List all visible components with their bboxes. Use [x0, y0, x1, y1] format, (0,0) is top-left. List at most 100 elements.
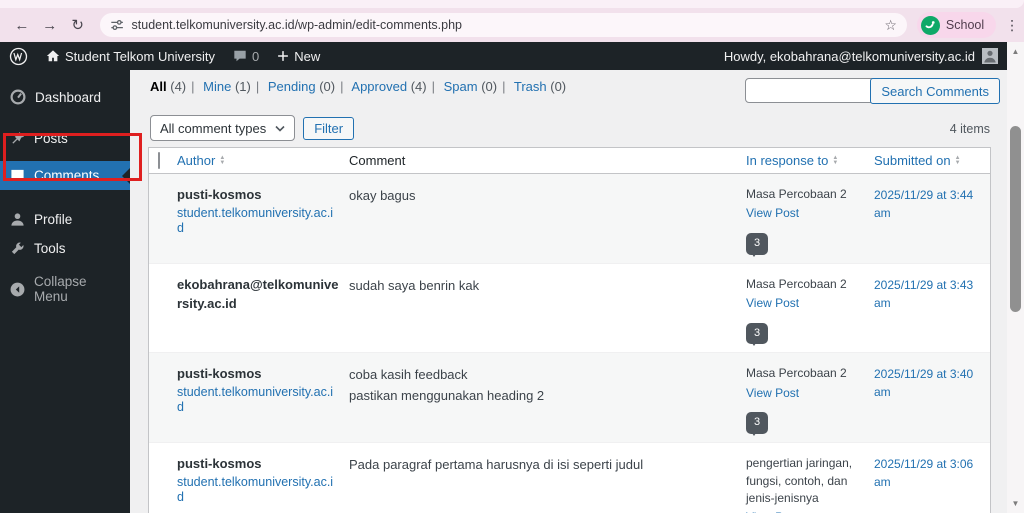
filter-all[interactable]: All (4) [150, 79, 186, 94]
reload-icon[interactable]: ↻ [64, 16, 92, 34]
author-site-link[interactable]: student.telkomuniversity.ac.id [177, 385, 333, 414]
page-scrollbar[interactable]: ▲ ▼ [1007, 42, 1024, 513]
profile-name: School [945, 18, 985, 32]
admin-bar-new-link[interactable]: New [268, 42, 329, 70]
admin-bar-comments-link[interactable]: 0 [224, 42, 268, 70]
author-name: ekobahrana@telkomuniversity.ac.id [177, 276, 339, 311]
wp-admin-bar: Student Telkom University 0 New Howdy, e… [0, 42, 1024, 70]
url-text: student.telkomuniversity.ac.id/wp-admin/… [131, 18, 462, 32]
row-select-area [149, 264, 177, 353]
bookmark-star-icon[interactable]: ☆ [884, 17, 897, 34]
submitted-date-link[interactable]: 2025/11/29 at 3:06 am [874, 455, 980, 491]
comment-row: ekobahrana@telkomuniversity.ac.id sudah … [149, 264, 990, 354]
submitted-date-link[interactable]: 2025/11/29 at 3:44 am [874, 186, 980, 222]
row-select-area [149, 174, 177, 263]
comment-type-select[interactable]: All comment types [150, 115, 296, 141]
sidebar-label: Tools [34, 241, 66, 256]
view-post-link[interactable]: View Post [746, 295, 864, 312]
view-post-link[interactable]: View Post [746, 205, 864, 222]
sort-in-response-to[interactable]: In response to ▲ ▼ [746, 153, 838, 168]
response-count-badge[interactable]: 3 [746, 322, 769, 347]
user-avatar [982, 48, 998, 64]
pushpin-icon [12, 131, 25, 144]
sidebar-label: Profile [34, 212, 73, 227]
sort-arrows-icon: ▲ ▼ [219, 154, 226, 166]
select-all-checkbox[interactable] [158, 152, 160, 169]
author-name: pusti-kosmos [177, 366, 262, 382]
filter-mine[interactable]: Mine (1) [203, 79, 251, 94]
comments-table: Author ▲ ▼ Comment In response to ▲ ▼ Submit… [148, 147, 991, 513]
header-comment: Comment [349, 153, 406, 168]
plus-icon [278, 51, 289, 61]
response-count-badge[interactable]: 3 [746, 232, 769, 257]
post-title: Masa Percobaan 2 [746, 366, 847, 381]
filter-approved[interactable]: Approved (4) [351, 79, 426, 94]
sidebar-label: Comments [34, 168, 100, 183]
author-name: pusti-kosmos [177, 456, 262, 472]
browser-menu-icon[interactable]: ⋮ [1000, 17, 1024, 34]
view-post-link[interactable]: View Post [746, 509, 864, 513]
sidebar-item-profile[interactable]: Profile [0, 205, 130, 234]
address-bar[interactable]: student.telkomuniversity.ac.id/wp-admin/… [99, 13, 907, 37]
post-title: pengertian jaringan, fungsi, contoh, dan… [746, 456, 853, 505]
sort-arrows-icon: ▲ ▼ [954, 154, 961, 166]
scrollbar-thumb[interactable] [1010, 126, 1021, 312]
post-title: Masa Percobaan 2 [746, 187, 847, 201]
filter-trash[interactable]: Trash (0) [514, 79, 566, 94]
wordpress-logo-icon[interactable] [0, 42, 37, 70]
filter-tools-row: All comment types Filter [150, 115, 355, 141]
dashboard-icon [10, 89, 26, 105]
site-settings-icon[interactable] [110, 18, 124, 32]
search-comments-input[interactable] [745, 78, 888, 103]
sidebar-label: Posts [34, 131, 68, 146]
submitted-date-link[interactable]: 2025/11/29 at 3:43 am [874, 276, 980, 312]
author-site-link[interactable]: student.telkomuniversity.ac.id [177, 206, 333, 235]
admin-sidebar: Dashboard Posts Comments Profile Tools C… [0, 70, 130, 513]
admin-bar-site-link[interactable]: Student Telkom University [37, 42, 224, 70]
table-header-row: Author ▲ ▼ Comment In response to ▲ ▼ Submit… [149, 148, 990, 174]
response-count-badge[interactable]: 3 [746, 412, 769, 437]
comment-text: sudah saya benrin kak [349, 277, 480, 293]
chevron-down-icon [275, 125, 285, 132]
collapse-icon [10, 282, 25, 296]
browser-toolbar: ← → ↻ student.telkomuniversity.ac.id/wp-… [0, 8, 1024, 42]
sort-author[interactable]: Author ▲ ▼ [177, 153, 225, 168]
back-icon[interactable]: ← [8, 17, 36, 34]
site-name: Student Telkom University [65, 48, 216, 64]
admin-comment-count: 0 [252, 48, 260, 64]
sidebar-label: Collapse Menu [34, 274, 87, 304]
scroll-down-icon[interactable]: ▼ [1007, 499, 1024, 508]
sidebar-item-tools[interactable]: Tools [0, 234, 130, 263]
sidebar-item-comments[interactable]: Comments [0, 161, 130, 190]
author-site-link[interactable]: student.telkomuniversity.ac.id [177, 475, 333, 504]
row-select-area [149, 443, 177, 513]
sort-submitted-on[interactable]: Submitted on ▲ ▼ [874, 153, 961, 168]
comment-text: Pada paragraf pertama harusnya di isi se… [349, 457, 644, 473]
screen: ← → ↻ student.telkomuniversity.ac.id/wp-… [0, 0, 1024, 513]
comments-icon [11, 169, 24, 182]
search-comments-button[interactable]: Search Comments [870, 78, 1000, 104]
view-post-link[interactable]: View Post [746, 385, 864, 402]
sidebar-item-posts[interactable]: Posts [0, 124, 130, 153]
admin-bar-account[interactable]: Howdy, ekobahrana@telkomuniversity.ac.id [724, 48, 1024, 64]
comments-page: All (4) | Mine (1) | Pending (0) | Approved… [130, 70, 1007, 513]
sidebar-item-collapse-menu[interactable]: Collapse Menu [0, 267, 130, 311]
filter-button[interactable]: Filter [303, 116, 355, 140]
forward-icon[interactable]: → [36, 17, 64, 34]
browser-profile-button[interactable]: School [916, 12, 997, 38]
sidebar-item-dashboard[interactable]: Dashboard [0, 82, 130, 112]
wrench-icon [11, 242, 24, 255]
sidebar-label: Dashboard [35, 89, 102, 105]
comment-row: pusti-kosmos student.telkomuniversity.ac… [149, 174, 990, 264]
filter-spam[interactable]: Spam (0) [444, 79, 497, 94]
new-label: New [294, 48, 321, 64]
scroll-up-icon[interactable]: ▲ [1007, 47, 1024, 56]
howdy-text: Howdy, ekobahrana@telkomuniversity.ac.id [723, 48, 975, 64]
comment-bubble-icon [234, 50, 246, 62]
filter-pending[interactable]: Pending (0) [268, 79, 335, 94]
post-title: Masa Percobaan 2 [746, 276, 847, 291]
comment-status-filters: All (4) | Mine (1) | Pending (0) | Approved… [150, 79, 567, 94]
browser-chrome: ← → ↻ student.telkomuniversity.ac.id/wp-… [0, 0, 1024, 42]
submitted-date-link[interactable]: 2025/11/29 at 3:40 am [874, 365, 980, 401]
sort-arrows-icon: ▲ ▼ [832, 154, 839, 166]
